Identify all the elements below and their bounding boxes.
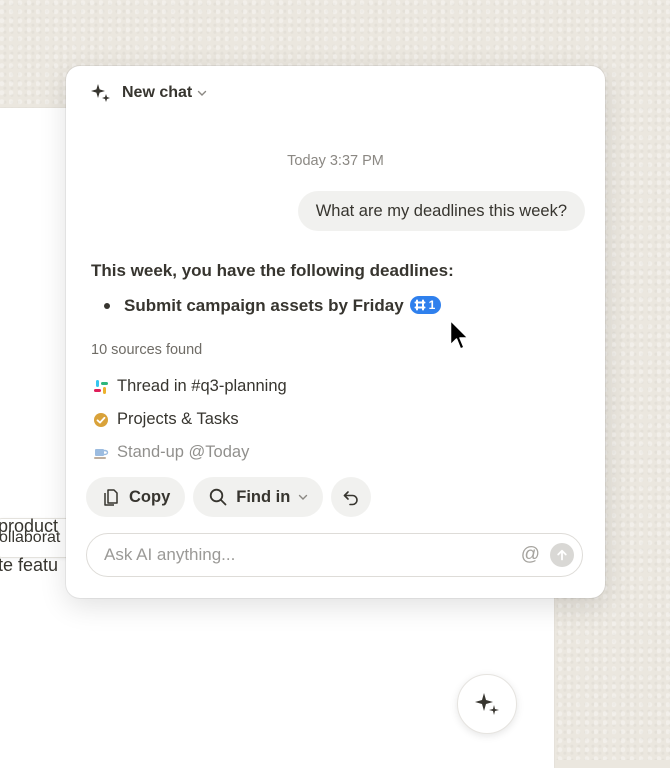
source-list: Thread in #q3-planning Projects & Tasks …	[93, 370, 585, 469]
deadline-list-item: Submit campaign assets by Friday 1	[104, 296, 442, 316]
ai-chat-panel: New chat Today 3:37 PM What are my deadl…	[66, 66, 605, 598]
coffee-icon	[94, 448, 109, 459]
source-label: Thread in #q3-planning	[117, 377, 287, 395]
mouse-pointer-icon	[449, 319, 469, 350]
find-in-button[interactable]: Find in	[193, 477, 324, 517]
assistant-reply-intro: This week, you have the following deadli…	[91, 261, 454, 280]
undo-icon	[344, 491, 359, 506]
copy-label: Copy	[129, 487, 171, 506]
ask-ai-input[interactable]	[102, 544, 521, 566]
chevron-down-icon	[198, 90, 207, 96]
copy-button[interactable]: Copy	[86, 477, 186, 517]
ai-assistant-button[interactable]	[457, 674, 517, 734]
arrow-up-icon	[557, 549, 567, 561]
slack-icon	[414, 299, 426, 311]
sparkle-icon	[91, 84, 110, 102]
background-text-line: product	[0, 516, 59, 536]
citation-badge[interactable]: 1	[409, 296, 442, 314]
user-message: What are my deadlines this week?	[297, 191, 585, 231]
message-timestamp: Today 3:37 PM	[287, 153, 384, 169]
chevron-down-icon	[299, 494, 308, 500]
slack-icon	[94, 379, 108, 394]
send-button[interactable]	[550, 543, 574, 567]
source-item-stand-up[interactable]: Stand-up @Today	[93, 436, 585, 469]
mention-button[interactable]: @	[521, 544, 540, 566]
check-circle-icon	[94, 412, 108, 427]
background-text-line: te featu	[0, 555, 59, 575]
source-label: Stand-up @Today	[117, 443, 250, 461]
ask-ai-input-container: @	[86, 533, 583, 577]
source-item-q3-planning[interactable]: Thread in #q3-planning	[93, 370, 585, 403]
deadline-label: Submit campaign assets by Friday	[124, 296, 404, 315]
find-in-label: Find in	[236, 487, 291, 506]
copy-icon	[104, 489, 118, 506]
bullet-icon	[104, 303, 110, 309]
deadline-text: Submit campaign assets by Friday 1	[124, 296, 442, 316]
retry-button[interactable]	[331, 477, 372, 517]
citation-count: 1	[428, 298, 436, 312]
chat-title: New chat	[122, 84, 193, 101]
response-actions: Copy Find in	[86, 477, 372, 517]
search-icon	[210, 488, 227, 506]
sparkle-icon	[475, 693, 499, 715]
chat-title-dropdown[interactable]: New chat	[90, 81, 207, 105]
source-label: Projects & Tasks	[117, 410, 239, 428]
source-item-projects-tasks[interactable]: Projects & Tasks	[93, 403, 585, 436]
sources-summary: 10 sources found	[91, 342, 203, 358]
